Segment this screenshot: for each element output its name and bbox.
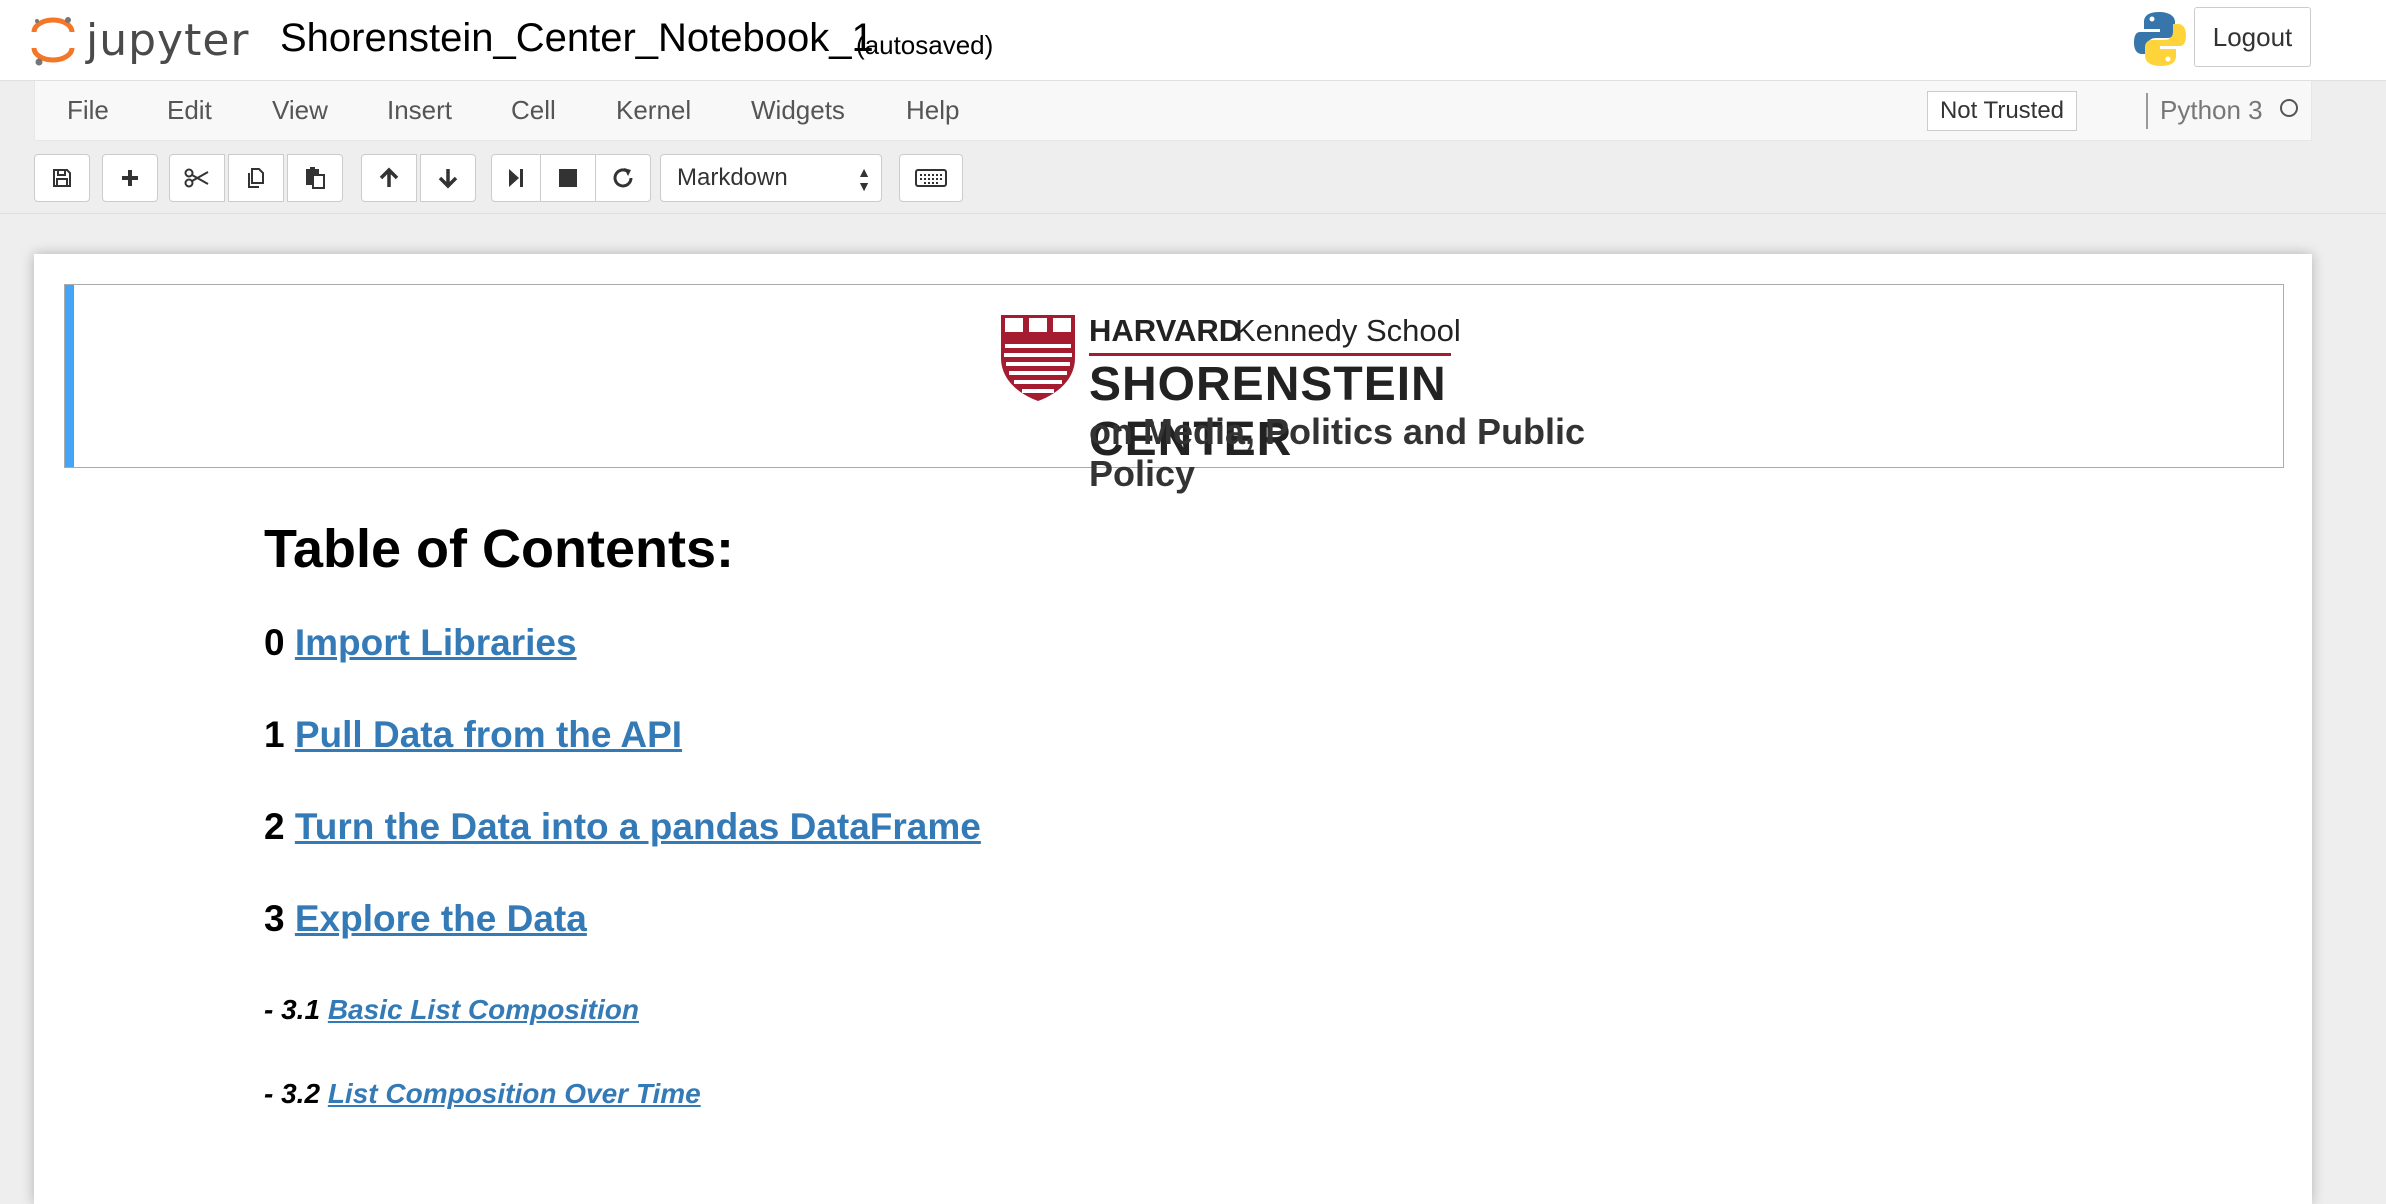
- restart-button[interactable]: [595, 154, 651, 202]
- move-down-button[interactable]: [420, 154, 476, 202]
- toc-section: 0 Import Libraries: [264, 622, 577, 664]
- command-palette-button[interactable]: [899, 154, 963, 202]
- jupyter-logo-icon: [31, 17, 75, 66]
- menu-widgets[interactable]: Widgets: [751, 95, 845, 126]
- cell-type-value: Markdown: [677, 164, 788, 191]
- toc-link-basic-list-composition[interactable]: Basic List Composition: [328, 994, 639, 1025]
- autosave-status: (autosaved): [856, 30, 994, 60]
- toc-subsection: - 3.2 List Composition Over Time: [264, 1078, 701, 1110]
- plus-icon: [122, 170, 138, 186]
- menu-help[interactable]: Help: [906, 95, 959, 126]
- save-button[interactable]: [34, 154, 90, 202]
- toolbar-divider: [0, 213, 2386, 214]
- restart-icon: [613, 168, 633, 188]
- menu-kernel[interactable]: Kernel: [616, 95, 691, 126]
- toc-subsection: - 3.1 Basic List Composition: [264, 994, 639, 1026]
- toc-section: 2 Turn the Data into a pandas DataFrame: [264, 806, 981, 848]
- toc-subsection-number: - 3.1: [264, 994, 321, 1025]
- cut-button[interactable]: [169, 154, 225, 202]
- toc-link-pull-data[interactable]: Pull Data from the API: [295, 714, 682, 755]
- python-logo-icon: [2134, 12, 2186, 66]
- jupyter-logo[interactable]: jupyter: [30, 10, 250, 70]
- copy-button[interactable]: [228, 154, 284, 202]
- toc-section: 1 Pull Data from the API: [264, 714, 682, 756]
- toc-section-number: 0: [264, 622, 285, 663]
- not-trusted-button[interactable]: Not Trusted: [1927, 91, 2077, 131]
- selected-markdown-cell[interactable]: HARVARD Kennedy School SHORENSTEIN CENTE…: [64, 284, 2284, 494]
- menu-cell[interactable]: Cell: [511, 95, 556, 126]
- toc-link-list-composition-over-time[interactable]: List Composition Over Time: [328, 1078, 701, 1109]
- copy-icon: [248, 168, 264, 188]
- banner-rule: [1089, 353, 1451, 356]
- toc-link-import-libraries[interactable]: Import Libraries: [295, 622, 577, 663]
- save-icon: [53, 169, 71, 187]
- kernel-idle-icon: [2280, 99, 2298, 117]
- center-subtitle: on Media, Politics and Public Policy: [1089, 411, 1586, 494]
- harvard-text: HARVARD: [1089, 313, 1242, 348]
- interrupt-button[interactable]: [540, 154, 596, 202]
- toc-link-dataframe[interactable]: Turn the Data into a pandas DataFrame: [295, 806, 981, 847]
- menu-bar: File Edit View Insert Cell Kernel Widget…: [34, 81, 2312, 141]
- menu-edit[interactable]: Edit: [167, 95, 212, 126]
- shorenstein-banner: HARVARD Kennedy School SHORENSTEIN CENTE…: [999, 313, 1659, 494]
- paste-icon: [306, 167, 325, 189]
- toc-section: 3 Explore the Data: [264, 898, 587, 940]
- run-button[interactable]: [491, 154, 541, 202]
- toc-section-number: 1: [264, 714, 285, 755]
- menu-insert[interactable]: Insert: [387, 95, 452, 126]
- kennedy-school-text: Kennedy School: [1235, 313, 1461, 348]
- notebook-name[interactable]: Shorenstein_Center_Notebook_1: [280, 16, 874, 61]
- menu-view[interactable]: View: [272, 95, 328, 126]
- menu-file[interactable]: File: [67, 95, 109, 126]
- toc-subsection-number: - 3.2: [264, 1078, 321, 1109]
- cell-selection-bar: [65, 285, 74, 467]
- cell-type-select[interactable]: Markdown ▲ ▼: [660, 154, 882, 202]
- arrow-up-icon: [379, 167, 399, 187]
- scissors-icon: [184, 168, 209, 188]
- harvard-shield-icon: [1001, 315, 1075, 401]
- toc-section-number: 3: [264, 898, 285, 939]
- kernel-name: Python 3: [2160, 95, 2263, 125]
- keyboard-icon: [915, 169, 947, 187]
- kernel-divider: [2146, 93, 2148, 129]
- paste-button[interactable]: [287, 154, 343, 202]
- notebook-container: HARVARD Kennedy School SHORENSTEIN CENTE…: [34, 254, 2312, 1204]
- toc-link-explore-data[interactable]: Explore the Data: [295, 898, 587, 939]
- toc-section-number: 2: [264, 806, 285, 847]
- arrow-down-icon: [438, 169, 458, 189]
- logout-button[interactable]: Logout: [2194, 7, 2311, 67]
- insert-cell-button[interactable]: [102, 154, 158, 202]
- stop-icon: [559, 169, 577, 187]
- toc-title: Table of Contents:: [264, 519, 734, 579]
- jupyter-logo-text: jupyter: [86, 14, 250, 66]
- header: jupyter Shorenstein_Center_Notebook_1 (a…: [0, 0, 2386, 81]
- select-arrows-icon: ▲ ▼: [857, 164, 871, 194]
- step-forward-icon: [509, 169, 523, 187]
- move-up-button[interactable]: [361, 154, 417, 202]
